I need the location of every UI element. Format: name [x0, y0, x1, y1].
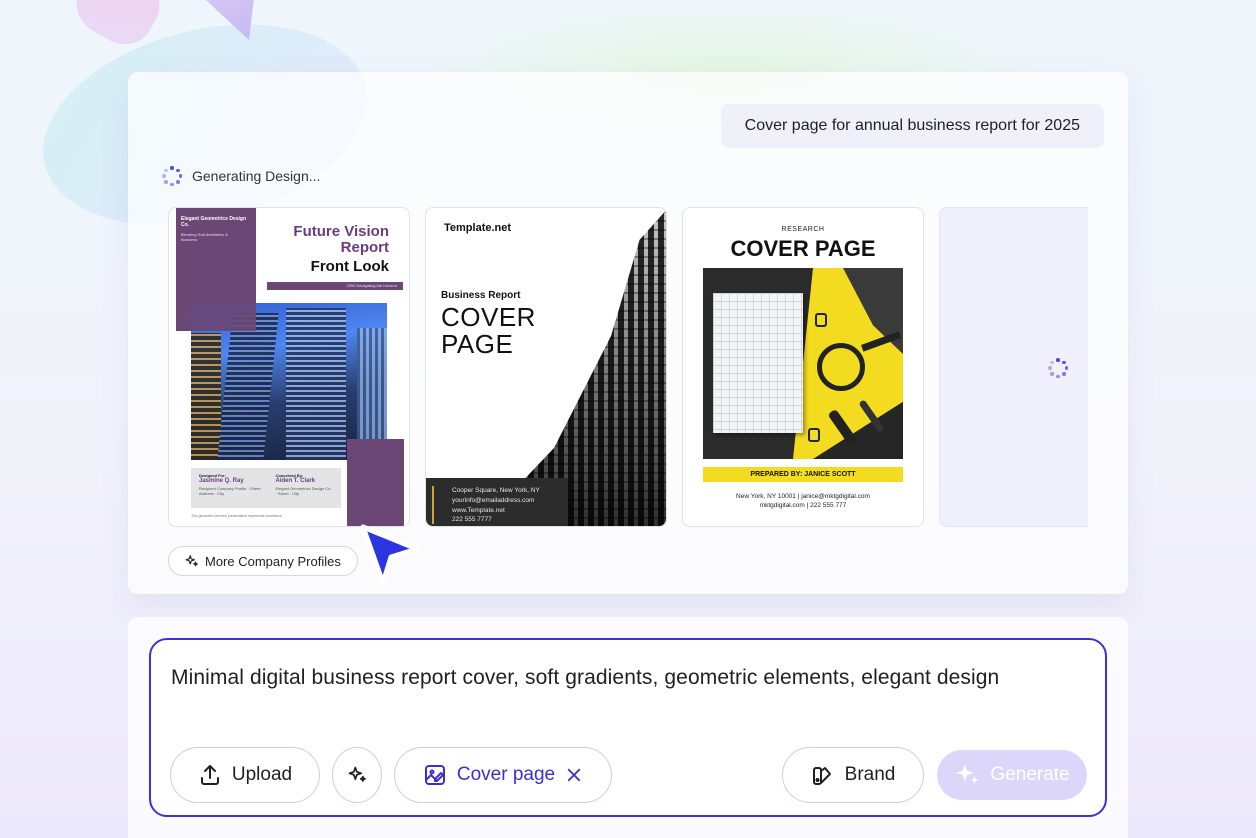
card-title: COVER PAGE	[730, 236, 876, 261]
card-brand: Template.net	[444, 222, 512, 234]
upload-icon	[198, 763, 222, 787]
generate-button[interactable]: Generate	[937, 750, 1087, 800]
design-card-loading	[939, 207, 1088, 527]
card-company: Elegant Geometrics Design Co.	[181, 216, 247, 229]
brand-label: Brand	[844, 764, 896, 785]
composer-panel: Minimal digital business report cover, s…	[128, 617, 1128, 838]
upload-label: Upload	[231, 764, 293, 785]
prompt-composer[interactable]: Minimal digital business report cover, s…	[149, 638, 1107, 817]
card-address-box: Cooper Square, New York, NY yourinfo@emai…	[426, 478, 568, 526]
generation-status: Generating Design...	[162, 166, 320, 186]
card-eyebrow: RESEARCH	[781, 226, 825, 233]
card-subtitle: Front Look	[310, 258, 389, 275]
generate-label: Generate	[990, 764, 1070, 785]
more-company-profiles-button[interactable]: More Company Profiles	[168, 546, 358, 576]
user-prompt-text: Cover page for annual business report fo…	[744, 117, 1080, 134]
design-card-research[interactable]: RESEARCH COVER PAGE PREPARED BY: JANICE …	[682, 207, 924, 527]
sparkles-icon	[954, 762, 980, 788]
cursor-icon	[355, 515, 425, 595]
status-text: Generating Design...	[192, 168, 321, 184]
brand-icon	[811, 763, 835, 787]
magic-icon	[347, 765, 367, 785]
spinner-icon	[1048, 358, 1068, 378]
card-info-box: Designed For: Jasmine Q. Ray Recipient Com…	[191, 468, 341, 508]
card-small-title: Business Report	[441, 290, 521, 301]
cover-page-chip[interactable]: Cover page	[394, 747, 612, 803]
card-contact: New York, NY 10001 | janice@mktgdigital.…	[736, 493, 870, 510]
card-purple-overlay	[176, 303, 256, 331]
card-prepared-by: PREPARED BY: JANICE SCOTT	[703, 467, 903, 482]
magic-enhance-button[interactable]	[332, 747, 382, 803]
close-icon[interactable]	[565, 766, 583, 784]
user-prompt-bubble: Cover page for annual business report fo…	[720, 104, 1104, 148]
card-company-sub: Blending Soft Aesthetics & Business	[181, 232, 228, 243]
card-footer: This geometric-themed presentation repre…	[191, 514, 283, 518]
image-edit-icon	[423, 763, 447, 787]
card-big-title: COVER PAGE	[441, 302, 536, 359]
design-card-template-net[interactable]: Template.net Business Report COVER PAGE C…	[425, 207, 667, 527]
upload-button[interactable]: Upload	[170, 747, 320, 803]
spinner-icon	[162, 166, 182, 186]
cover-page-label: Cover page	[456, 764, 556, 785]
sparkles-icon	[185, 554, 199, 568]
card-purple-corner	[347, 439, 404, 526]
design-results: Elegant Geometrics Design Co. Blending S…	[168, 207, 1088, 527]
design-card-future-vision[interactable]: Elegant Geometrics Design Co. Blending S…	[168, 207, 410, 527]
brand-button[interactable]: Brand	[782, 747, 924, 803]
card-desk-photo	[703, 268, 903, 459]
more-button-label: More Company Profiles	[205, 553, 341, 569]
card-title: Future Vision Report	[293, 223, 389, 256]
prompt-input[interactable]: Minimal digital business report cover, s…	[171, 666, 999, 690]
card-strip: 2050 Navigating the Horizon	[267, 282, 403, 290]
results-panel: Cover page for annual business report fo…	[128, 72, 1128, 594]
